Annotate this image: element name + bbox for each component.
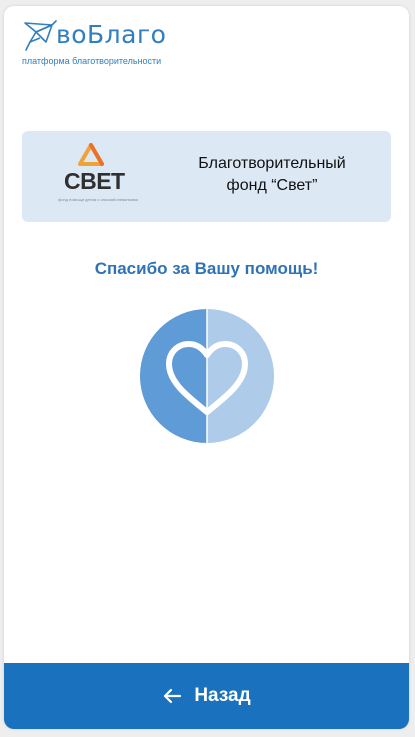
app-frame: воБлаго платформа благотворительности СВ…: [4, 6, 409, 729]
brand-name: воБлаго: [56, 20, 167, 49]
fund-card: СВЕТ фонд помощи детям с онкозаболевания…: [22, 131, 391, 222]
back-button[interactable]: Назад: [4, 663, 409, 729]
brand-header: воБлаго платформа благотворительности: [22, 20, 322, 70]
brand-tagline: платформа благотворительности: [22, 56, 162, 66]
bird-logo-icon: [24, 20, 57, 51]
fund-logo: СВЕТ фонд помощи детям с онкозаболевания…: [56, 141, 138, 213]
fund-logo-word: СВЕТ: [64, 168, 125, 194]
thank-you-message: Спасибо за Вашу помощь!: [94, 259, 319, 278]
heart-icon: [140, 309, 274, 443]
fund-name-line2: фонд “Свет”: [226, 177, 318, 194]
fund-name-line1: Благотворительный: [198, 155, 346, 172]
fund-name: Благотворительный фонд “Свет”: [172, 153, 372, 197]
triangle-logo-icon: [78, 143, 104, 166]
fund-logo-subtext: фонд помощи детям с онкозаболеваниями: [58, 197, 138, 202]
arrow-left-icon: [164, 688, 182, 704]
back-button-label: Назад: [194, 685, 251, 706]
